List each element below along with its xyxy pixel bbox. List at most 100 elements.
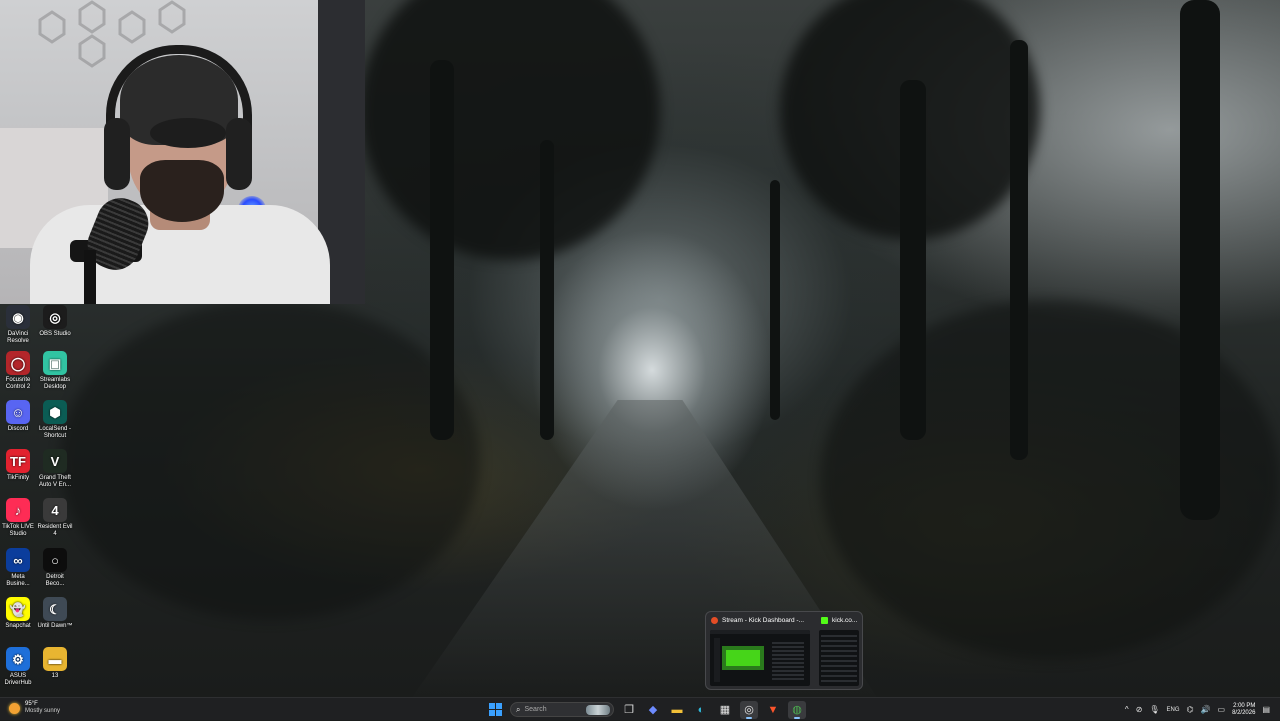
asus-driverhub-icon: ⚙ (6, 647, 30, 671)
desktop-icon-snapchat[interactable]: 👻 Snapchat (0, 597, 36, 630)
focusrite-control-icon: ◯ (6, 351, 30, 375)
desktop-icon-label: Detroit Beco... (45, 574, 65, 587)
desktop-icon-label: Grand Theft Auto V En... (38, 475, 72, 488)
desktop-icon-discord[interactable]: ☺ Discord (0, 400, 36, 433)
streamlabs-icon: ▣ (43, 351, 67, 375)
wallpaper-tree (430, 60, 454, 440)
chevron-up-icon[interactable]: ^ (1125, 705, 1129, 714)
meta-business-icon: ∞ (6, 548, 30, 572)
desktop-icon-label: 13 (51, 673, 59, 679)
localsend-icon: ⬢ (43, 400, 67, 424)
desktop-icon-tikfinity[interactable]: TF TikFinity (0, 449, 36, 482)
preview-title: kick.co... (832, 617, 858, 624)
gta-v-icon: V (43, 449, 67, 473)
edge-button[interactable]: ◐ (692, 701, 710, 719)
headphones-right-cup (226, 118, 252, 190)
desktop-icon-streamlabs[interactable]: ▣ Streamlabs Desktop (37, 351, 73, 391)
headphones-left-cup (104, 118, 130, 190)
davinci-resolve-icon: ◉ (6, 305, 30, 329)
desktop-icon-label: Streamlabs Desktop (39, 377, 71, 390)
desktop-icon-focusrite-control[interactable]: ◯ Focusrite Control 2 (0, 351, 36, 391)
folder-icon: ▬ (671, 703, 683, 716)
streamer-beard (140, 160, 224, 222)
search-icon: ⌕ (516, 704, 521, 714)
do-not-disturb-icon[interactable]: ⊘ (1136, 705, 1143, 714)
desktop-icon-until-dawn[interactable]: ☾ Until Dawn™ (37, 597, 73, 630)
folder-icon: ▬ (43, 647, 67, 671)
wallpaper-tree (900, 80, 926, 440)
volume-icon[interactable]: 🔊 (1201, 705, 1211, 714)
snapchat-icon: 👻 (6, 597, 30, 621)
microphone-tray-icon[interactable]: 🎙 (1149, 705, 1159, 714)
desktop-icon-folder-13[interactable]: ▬ 13 (37, 647, 73, 680)
tiktok-live-studio-icon: ♪ (6, 498, 30, 522)
obs-studio-icon: ◎ (744, 704, 754, 716)
file-explorer-button[interactable]: ▬ (668, 701, 686, 719)
chrome-button[interactable]: ◍ (788, 700, 806, 719)
store-button[interactable]: ▦ (716, 701, 734, 719)
desktop-icon-resident-evil-4[interactable]: 4 Resident Evil 4 (37, 498, 73, 538)
wallpaper-tree (770, 180, 780, 420)
preview-title: Stream - Kick Dashboard -... (722, 617, 804, 624)
wallpaper-tree (540, 140, 554, 440)
brave-button[interactable]: ▼ (764, 701, 782, 719)
desktop-icon-label: Discord (7, 426, 29, 432)
desktop-icon-davinci-resolve[interactable]: ◉ DaVinci Resolve (0, 305, 36, 345)
desktop-icon-label: DaVinci Resolve (7, 331, 29, 344)
preview-header: Stream - Kick Dashboard -... (711, 617, 804, 624)
battery-icon[interactable]: ▭ (1218, 705, 1226, 714)
network-icon[interactable]: ⌬ (1187, 705, 1194, 714)
weather-temperature: 95°F (25, 701, 38, 707)
obs-studio-icon: ◎ (43, 305, 67, 329)
streamer-cap-brim (150, 118, 226, 148)
wallpaper-tree (1180, 0, 1220, 520)
desktop-icon-label: OBS Studio (39, 331, 71, 337)
discord-icon: ☺ (6, 400, 30, 424)
detroit-become-human-icon: ○ (43, 548, 67, 572)
edge-icon: ◐ (697, 703, 705, 716)
desktop-icon-label: TikFinity (6, 475, 30, 481)
copilot-icon: ◆ (648, 704, 658, 716)
weather-condition: Mostly sunny (25, 708, 61, 714)
language-indicator[interactable]: ENG (1167, 707, 1180, 713)
desktop-icon-label: Resident Evil 4 (37, 524, 73, 537)
taskbar-center: ⌕ Search ❐ ◆ ▬ ◐ ▦ ◎ ▼ ◍ (486, 700, 806, 719)
desktop-icon-detroit-become-human[interactable]: ○ Detroit Beco... (37, 548, 73, 588)
sun-icon (9, 702, 20, 714)
desktop-icon-label: Meta Busine... (6, 574, 30, 587)
wallpaper-bush-left (60, 300, 480, 620)
store-icon: ▦ (719, 704, 731, 716)
taskbar: 95°F Mostly sunny ⌕ Search ❐ ◆ ▬ ◐ ▦ ◎ ▼… (0, 697, 1280, 720)
notifications-icon[interactable]: ▤ (1262, 705, 1270, 714)
desktop-icon-label: Snapchat (5, 623, 31, 629)
search-placeholder: Search (524, 706, 547, 713)
kick-favicon-icon (821, 617, 828, 624)
desktop-icon-label: Until Dawn™ (37, 623, 73, 629)
wallpaper-canopy-left (360, 0, 660, 260)
preview-thumbnail (710, 630, 810, 686)
microphone-arm (84, 250, 96, 304)
desktop-icon-localsend[interactable]: ⬢ LocalSend - Shortcut (37, 400, 73, 440)
start-button[interactable] (486, 701, 504, 719)
obs-button[interactable]: ◎ (740, 700, 758, 719)
preview-header: kick.co... (821, 617, 857, 624)
task-view-icon: ❐ (624, 704, 634, 716)
kick-favicon-icon (711, 617, 718, 624)
task-view-button[interactable]: ❐ (620, 701, 638, 719)
weather-widget[interactable]: 95°F Mostly sunny (9, 701, 60, 715)
desktop-icon-asus-driverhub[interactable]: ⚙ ASUS DriverHub (0, 647, 36, 687)
desktop-icon-gta-v[interactable]: V Grand Theft Auto V En... (37, 449, 73, 489)
clock[interactable]: 2:00 PM 8/2/2026 (1232, 703, 1255, 717)
desktop-icon-obs-studio[interactable]: ◎ OBS Studio (37, 305, 73, 338)
until-dawn-icon: ☾ (43, 597, 67, 621)
resident-evil-4-icon: 4 (43, 498, 67, 522)
desktop-icon-meta-business[interactable]: ∞ Meta Busine... (0, 548, 36, 588)
copilot-button[interactable]: ◆ (644, 701, 662, 719)
desktop-icon-tiktok-live-studio[interactable]: ♪ TikTok LIVE Studio (0, 498, 36, 538)
wallpaper-tree (1010, 40, 1028, 460)
tikfinity-icon: TF (6, 449, 30, 473)
webcam-overlay (0, 0, 365, 304)
search-box[interactable]: ⌕ Search (510, 702, 614, 717)
chrome-taskbar-preview: Stream - Kick Dashboard -... kick.co... (705, 611, 863, 690)
desktop-icon-label: ASUS DriverHub (4, 673, 32, 686)
